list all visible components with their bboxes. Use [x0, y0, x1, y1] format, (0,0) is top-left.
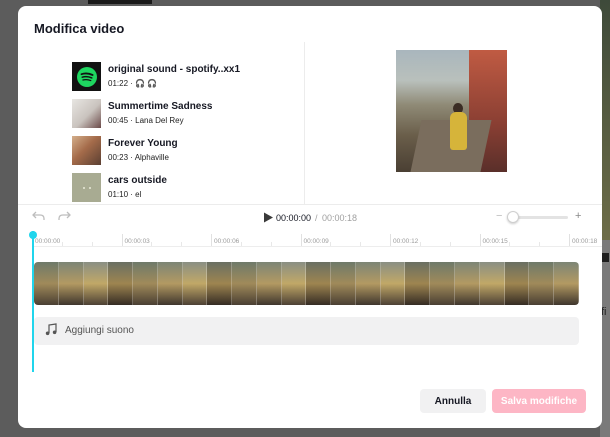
filmstrip-frame — [108, 262, 134, 305]
ruler-minor-tick — [539, 242, 541, 246]
ruler-minor-tick — [61, 242, 63, 246]
modal-title: Modifica video — [34, 21, 125, 36]
ruler-tick-label: 00:00:06 — [214, 238, 240, 245]
filmstrip-frame — [34, 262, 59, 305]
filmstrip-frame — [232, 262, 257, 305]
music-title: Forever Young — [108, 138, 178, 149]
video-filmstrip[interactable] — [34, 262, 579, 305]
filmstrip-frame — [529, 262, 555, 305]
ruler-tick-label: 00:00:18 — [572, 238, 598, 245]
music-meta: 00:23 · Alphaville — [108, 153, 169, 162]
filmstrip-frame — [430, 262, 456, 305]
ruler-minor-tick — [270, 242, 272, 246]
ruler-tick-label: 00:00:03 — [124, 238, 150, 245]
music-item[interactable]: original sound - spotify..xx1 01:22 · 🎧 … — [72, 62, 302, 94]
album-cover-image — [72, 136, 101, 165]
background-block — [601, 253, 609, 262]
filmstrip-frame — [405, 262, 431, 305]
album-cover-image — [72, 173, 101, 202]
music-title: cars outside — [108, 175, 167, 186]
ruler-minor-tick — [181, 242, 183, 246]
music-item[interactable]: Forever Young 00:23 · Alphaville — [72, 136, 302, 168]
undo-icon[interactable] — [32, 210, 45, 225]
music-title: Summertime Sadness — [108, 101, 213, 112]
music-meta: 01:10 · el — [108, 190, 142, 199]
panel-divider — [304, 42, 305, 204]
playhead-handle[interactable] — [29, 231, 37, 239]
spotify-icon — [72, 62, 101, 91]
preview-person — [450, 112, 467, 150]
total-time: 00:00:18 — [322, 213, 358, 223]
filmstrip-frame — [207, 262, 233, 305]
filmstrip-frame — [504, 262, 530, 305]
filmstrip-frame — [306, 262, 332, 305]
filmstrip-frame — [380, 262, 406, 305]
edit-video-modal: Modifica video original sound - spotify.… — [18, 6, 602, 428]
timeline-ruler[interactable]: 00:00:00 00:00:03 00:00:06 00:00:09 00:00:12… — [32, 234, 602, 248]
ruler-tick — [390, 234, 391, 246]
ruler-minor-tick — [419, 242, 421, 246]
music-item[interactable]: Summertime Sadness 00:45 · Lana Del Rey — [72, 99, 302, 131]
filmstrip-frame — [58, 262, 84, 305]
filmstrip-frame — [281, 262, 307, 305]
filmstrip-frame — [83, 262, 109, 305]
current-time: 00:00:00 — [276, 213, 312, 223]
video-preview[interactable] — [396, 50, 507, 172]
music-meta: 00:45 · Lana Del Rey — [108, 116, 184, 125]
ruler-tick-label: 00:00:00 — [35, 238, 61, 245]
ruler-minor-tick — [240, 242, 242, 246]
ruler-minor-tick — [509, 242, 511, 246]
ruler-tick — [479, 234, 481, 246]
cancel-button[interactable]: Annulla — [420, 389, 486, 413]
zoom-out-button[interactable]: − — [496, 210, 502, 222]
filmstrip-frame — [455, 262, 480, 305]
zoom-in-button[interactable]: + — [575, 210, 581, 222]
ruler-tick — [211, 234, 212, 246]
music-list[interactable]: original sound - spotify..xx1 01:22 · 🎧 … — [68, 42, 304, 205]
filmstrip-frame — [256, 262, 282, 305]
play-icon[interactable] — [262, 211, 274, 224]
album-cover-image — [72, 99, 101, 128]
filmstrip-frame — [157, 262, 183, 305]
ruler-tick — [300, 234, 302, 246]
filmstrip-frame — [331, 262, 356, 305]
toolbar-divider — [18, 204, 602, 205]
zoom-slider-handle[interactable] — [507, 211, 519, 223]
music-title: original sound - spotify..xx1 — [108, 64, 241, 75]
add-sound-label: Aggiungi suono — [65, 325, 134, 336]
background-topbar — [88, 0, 152, 4]
save-changes-button[interactable]: Salva modifiche — [492, 389, 586, 413]
ruler-tick-label: 00:00:15 — [482, 238, 508, 245]
ruler-tick-label: 00:00:09 — [303, 238, 329, 245]
redo-icon[interactable] — [58, 210, 71, 225]
music-item[interactable]: cars outside 01:10 · el — [72, 173, 302, 205]
add-sound-button[interactable]: Aggiungi suono — [34, 317, 579, 345]
filmstrip-frame — [133, 262, 158, 305]
ruler-minor-tick — [91, 242, 93, 246]
ruler-tick — [121, 234, 123, 246]
ruler-minor-tick — [449, 242, 451, 246]
filmstrip-frame — [355, 262, 381, 305]
ruler-tick-label: 00:00:12 — [393, 238, 419, 245]
ruler-tick — [569, 234, 570, 246]
ruler-minor-tick — [330, 242, 332, 246]
filmstrip-frame — [554, 262, 579, 305]
filmstrip-frame — [182, 262, 208, 305]
ruler-minor-tick — [360, 242, 362, 246]
music-meta: 01:22 · 🎧 🎧 — [108, 79, 158, 88]
filmstrip-frame — [479, 262, 505, 305]
ruler-baseline — [32, 246, 602, 247]
music-note-icon — [45, 323, 57, 339]
ruler-minor-tick — [151, 242, 153, 246]
time-separator: / — [315, 213, 318, 223]
